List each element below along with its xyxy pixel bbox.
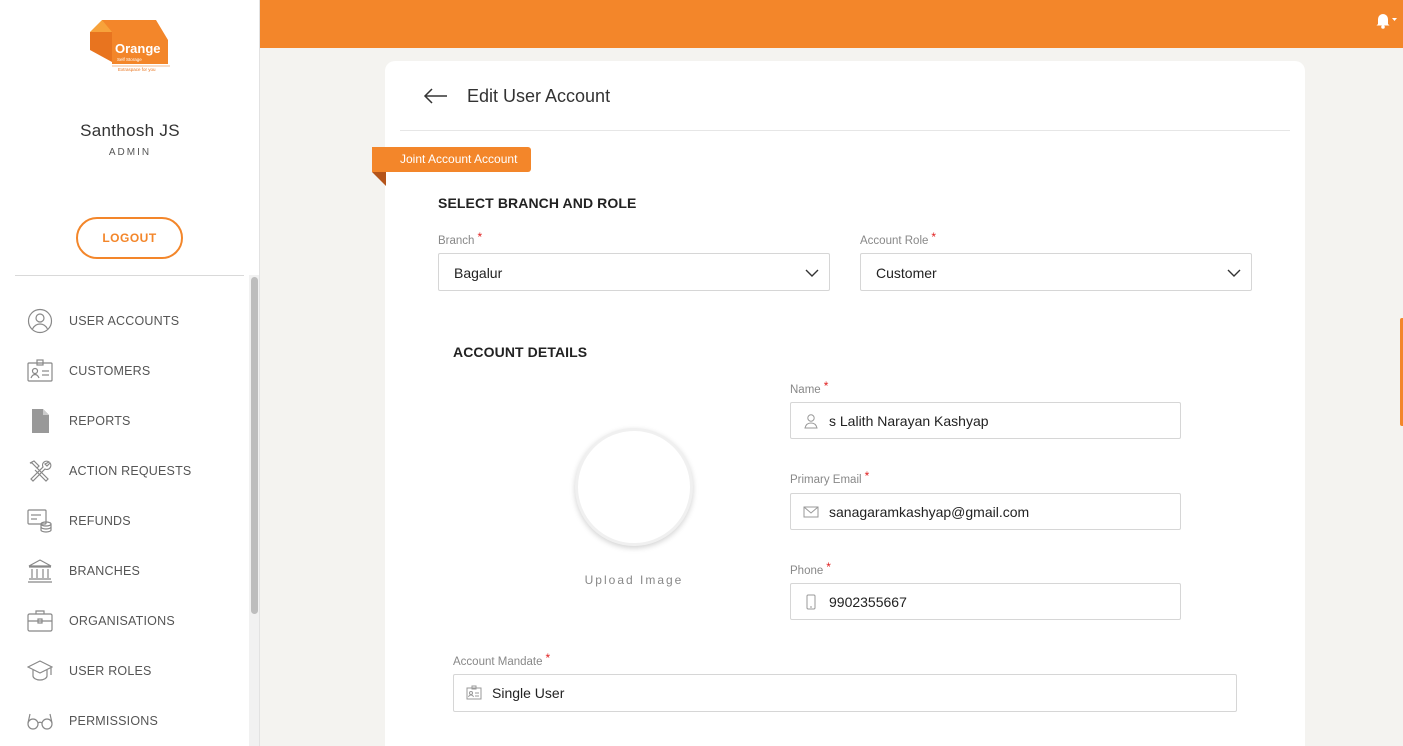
brand-logo[interactable]: Orange Self Storage Extraspace for you: [88, 18, 172, 74]
sidebar-item-label: ACTION REQUESTS: [69, 464, 192, 478]
sidebar-item-label: PERMISSIONS: [69, 714, 159, 728]
sidebar-scrollbar-thumb[interactable]: [251, 277, 258, 614]
ribbon-fold: [372, 172, 386, 186]
chevron-down-icon: [805, 266, 819, 280]
phone-field[interactable]: 9902355667: [790, 583, 1181, 620]
sidebar-item-user-roles[interactable]: USER ROLES: [0, 646, 248, 696]
logout-button[interactable]: LOGOUT: [76, 217, 183, 259]
branch-label: Branch *: [438, 230, 483, 247]
user-name: Santhosh JS: [80, 121, 180, 140]
required-mark: *: [826, 560, 831, 574]
sidebar-item-customers[interactable]: CUSTOMERS: [0, 346, 248, 396]
branch-select-value: Bagalur: [454, 265, 503, 281]
sidebar-item-label: USER ROLES: [69, 664, 152, 678]
account-role-label-text: Account Role: [860, 235, 929, 247]
account-mandate-field[interactable]: Single User: [453, 674, 1237, 712]
sidebar-item-action-requests[interactable]: ACTION REQUESTS: [0, 446, 248, 496]
account-type-ribbon: Joint Account Account: [372, 147, 532, 172]
account-role-select-value: Customer: [876, 265, 937, 281]
sidebar-item-permissions[interactable]: PERMISSIONS: [0, 696, 248, 746]
name-label: Name *: [790, 379, 829, 396]
name-label-text: Name: [790, 384, 821, 396]
sidebar-item-refunds[interactable]: REFUNDS: [0, 496, 248, 546]
phone-label: Phone *: [790, 560, 831, 577]
upload-image-label[interactable]: Upload Image: [560, 573, 708, 587]
account-role-label: Account Role *: [860, 230, 937, 247]
phone-value: 9902355667: [829, 594, 907, 610]
sidebar-item-label: ORGANISATIONS: [69, 614, 175, 628]
user-icon: [803, 413, 819, 429]
bank-icon: [26, 558, 54, 584]
email-value: sanagaramkashyap@gmail.com: [829, 504, 1030, 520]
sidebar-item-branches[interactable]: BRANCHES: [0, 546, 248, 596]
page-title: Edit User Account: [467, 86, 611, 106]
top-bar: [260, 0, 1403, 48]
sidebar-divider: [15, 275, 244, 276]
refund-icon: [26, 508, 54, 534]
sidebar-item-label: USER ACCOUNTS: [69, 314, 180, 328]
title-divider: [400, 130, 1290, 131]
user-role: ADMIN: [108, 147, 152, 158]
mandate-label: Account Mandate *: [453, 651, 551, 668]
mail-icon: [803, 504, 819, 520]
name-field[interactable]: s Lalith Narayan Kashyap: [790, 402, 1181, 439]
user-circle-icon: [26, 308, 54, 334]
chevron-down-icon: [1227, 266, 1241, 280]
sidebar-item-label: CUSTOMERS: [69, 364, 151, 378]
sidebar-nav: USER ACCOUNTS CUSTOMERS REPORTS ACTION R…: [0, 296, 248, 746]
document-icon: [26, 408, 54, 434]
graduation-cap-icon: [26, 658, 54, 684]
sidebar-item-reports[interactable]: REPORTS: [0, 396, 248, 446]
required-mark: *: [931, 230, 937, 244]
required-mark: *: [823, 379, 829, 393]
sidebar-item-organisations[interactable]: ORGANISATIONS: [0, 596, 248, 646]
required-mark: *: [864, 469, 870, 483]
sidebar: Orange Self Storage Extraspace for you S…: [0, 0, 260, 746]
mandate-value: Single User: [492, 685, 565, 701]
svg-text:Extraspace for you: Extraspace for you: [118, 67, 156, 72]
sidebar-item-user-accounts[interactable]: USER ACCOUNTS: [0, 296, 248, 346]
email-label-text: Primary Email: [790, 474, 862, 486]
email-label: Primary Email *: [790, 469, 870, 486]
account-section-title: ACCOUNT DETAILS: [453, 344, 588, 360]
svg-text:Orange: Orange: [115, 41, 161, 56]
phone-label-text: Phone: [790, 565, 824, 577]
required-mark: *: [545, 651, 551, 665]
account-role-select[interactable]: Customer: [860, 253, 1252, 291]
briefcase-icon: [26, 608, 54, 634]
id-card-icon: [26, 358, 54, 384]
mobile-phone-icon: [803, 594, 819, 610]
bell-icon[interactable]: [1371, 10, 1397, 30]
branch-select[interactable]: Bagalur: [438, 253, 830, 291]
required-mark: *: [477, 230, 483, 244]
svg-text:Self Storage: Self Storage: [117, 57, 142, 62]
email-field[interactable]: sanagaramkashyap@gmail.com: [790, 493, 1181, 530]
name-value: s Lalith Narayan Kashyap: [829, 413, 989, 429]
id-badge-icon: [466, 685, 482, 701]
branch-label-text: Branch: [438, 235, 475, 247]
sidebar-item-label: REPORTS: [69, 414, 131, 428]
sidebar-item-label: REFUNDS: [69, 514, 131, 528]
mandate-label-text: Account Mandate: [453, 656, 543, 668]
avatar-upload[interactable]: [575, 428, 693, 546]
back-arrow-icon[interactable]: [423, 86, 449, 106]
tools-icon: [26, 458, 54, 484]
glasses-icon: [26, 708, 54, 734]
sidebar-item-label: BRANCHES: [69, 564, 141, 578]
branch-section-title: SELECT BRANCH AND ROLE: [438, 195, 637, 211]
